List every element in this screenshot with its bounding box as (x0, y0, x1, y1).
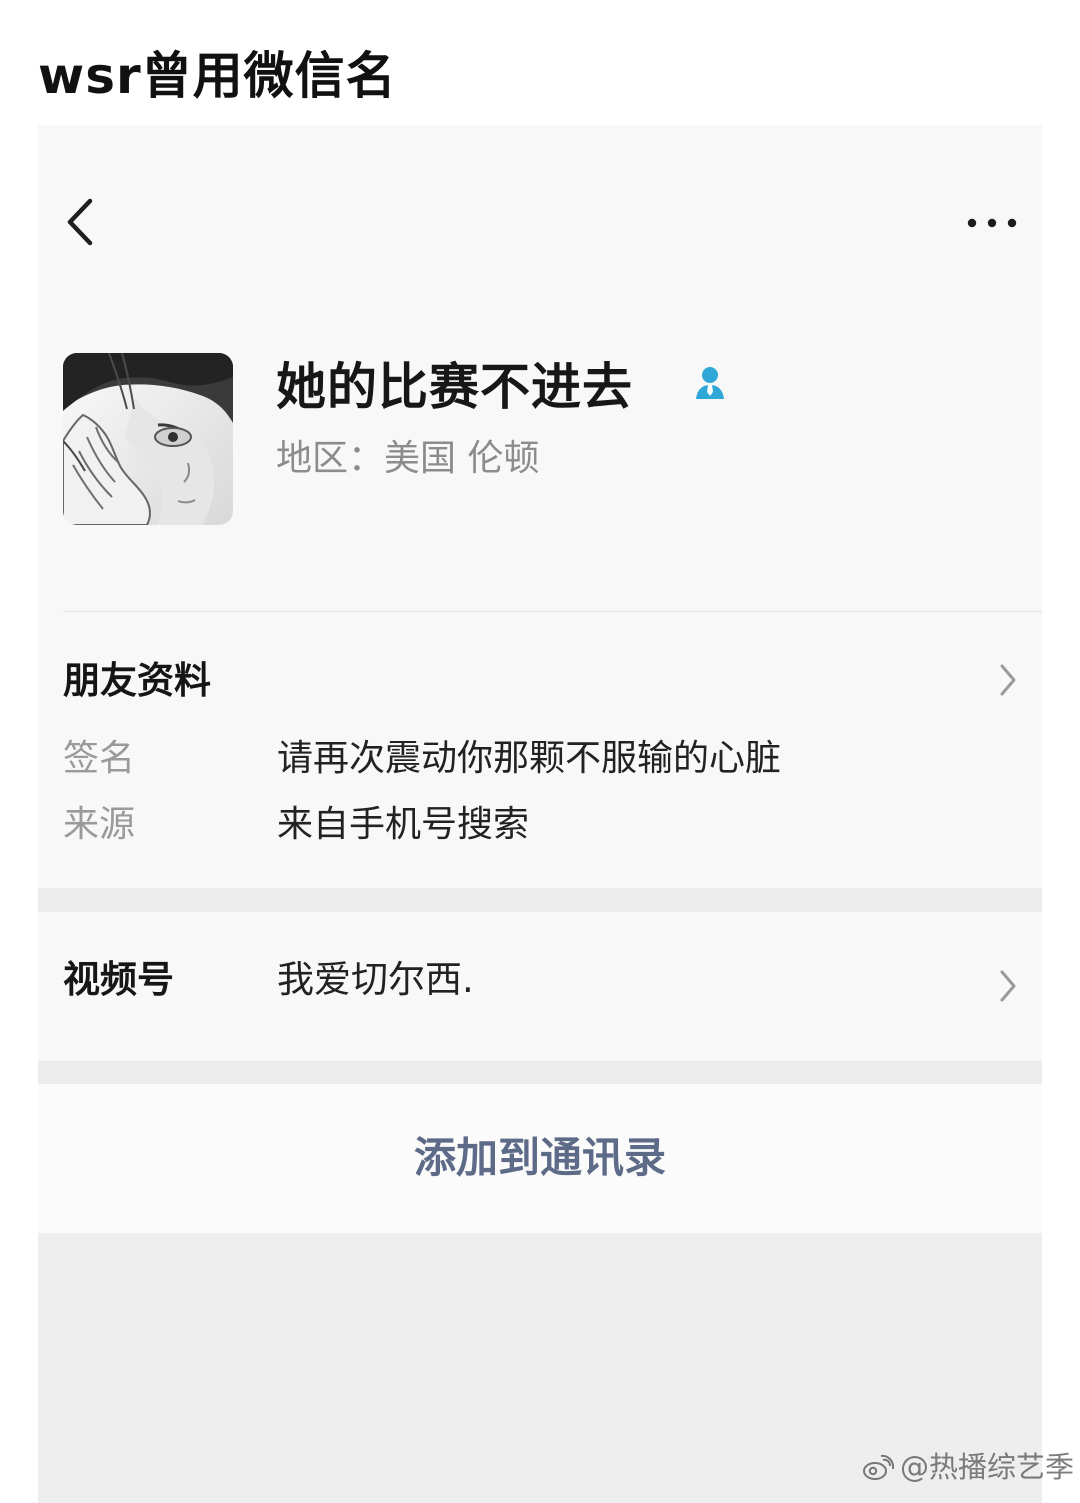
video-channel-value: 我爱切尔西. (277, 958, 474, 1001)
chevron-left-icon[interactable] (56, 195, 106, 249)
video-channel-row[interactable]: 视频号 我爱切尔西. (38, 912, 1042, 1062)
profile-divider (63, 611, 1042, 612)
profile-name: 她的比赛不进去 (276, 358, 633, 416)
signature-label: 签名 (63, 738, 136, 779)
weibo-logo-icon (863, 1454, 894, 1480)
add-to-contacts-button[interactable]: 添加到通讯录 (338, 1128, 742, 1188)
video-channel-label: 视频号 (63, 958, 174, 1001)
more-options-icon[interactable] (962, 211, 1022, 235)
watermark-text: @热播综艺季 (900, 1450, 1075, 1484)
avatar[interactable] (63, 353, 233, 525)
chevron-right-icon[interactable] (994, 966, 1022, 1006)
region-text: 地区：美国 伦顿 (276, 438, 540, 479)
section-gap (38, 1062, 1042, 1084)
action-panel: 添加到通讯录 (38, 1084, 1042, 1233)
user-verified-icon (696, 367, 724, 399)
page-caption: wsr曾用微信名 (38, 47, 397, 105)
signature-value: 请再次震动你那颗不服输的心脏 (277, 738, 782, 779)
section-gap (38, 888, 1042, 912)
watermark: @热播综艺季 (860, 1445, 1075, 1491)
chevron-right-icon[interactable] (994, 660, 1022, 700)
friend-info-title[interactable]: 朋友资料 (63, 653, 211, 709)
profile-header-card: 她的比赛不进去 地区：美国 伦顿 朋友资料 签名 请再次震动你那颗不服输的心脏 … (38, 125, 1042, 888)
wechat-profile-screen: 她的比赛不进去 地区：美国 伦顿 朋友资料 签名 请再次震动你那颗不服输的心脏 … (38, 125, 1042, 1503)
source-value: 来自手机号搜索 (277, 804, 530, 845)
avatar-image (63, 353, 233, 525)
source-label: 来源 (63, 804, 136, 845)
